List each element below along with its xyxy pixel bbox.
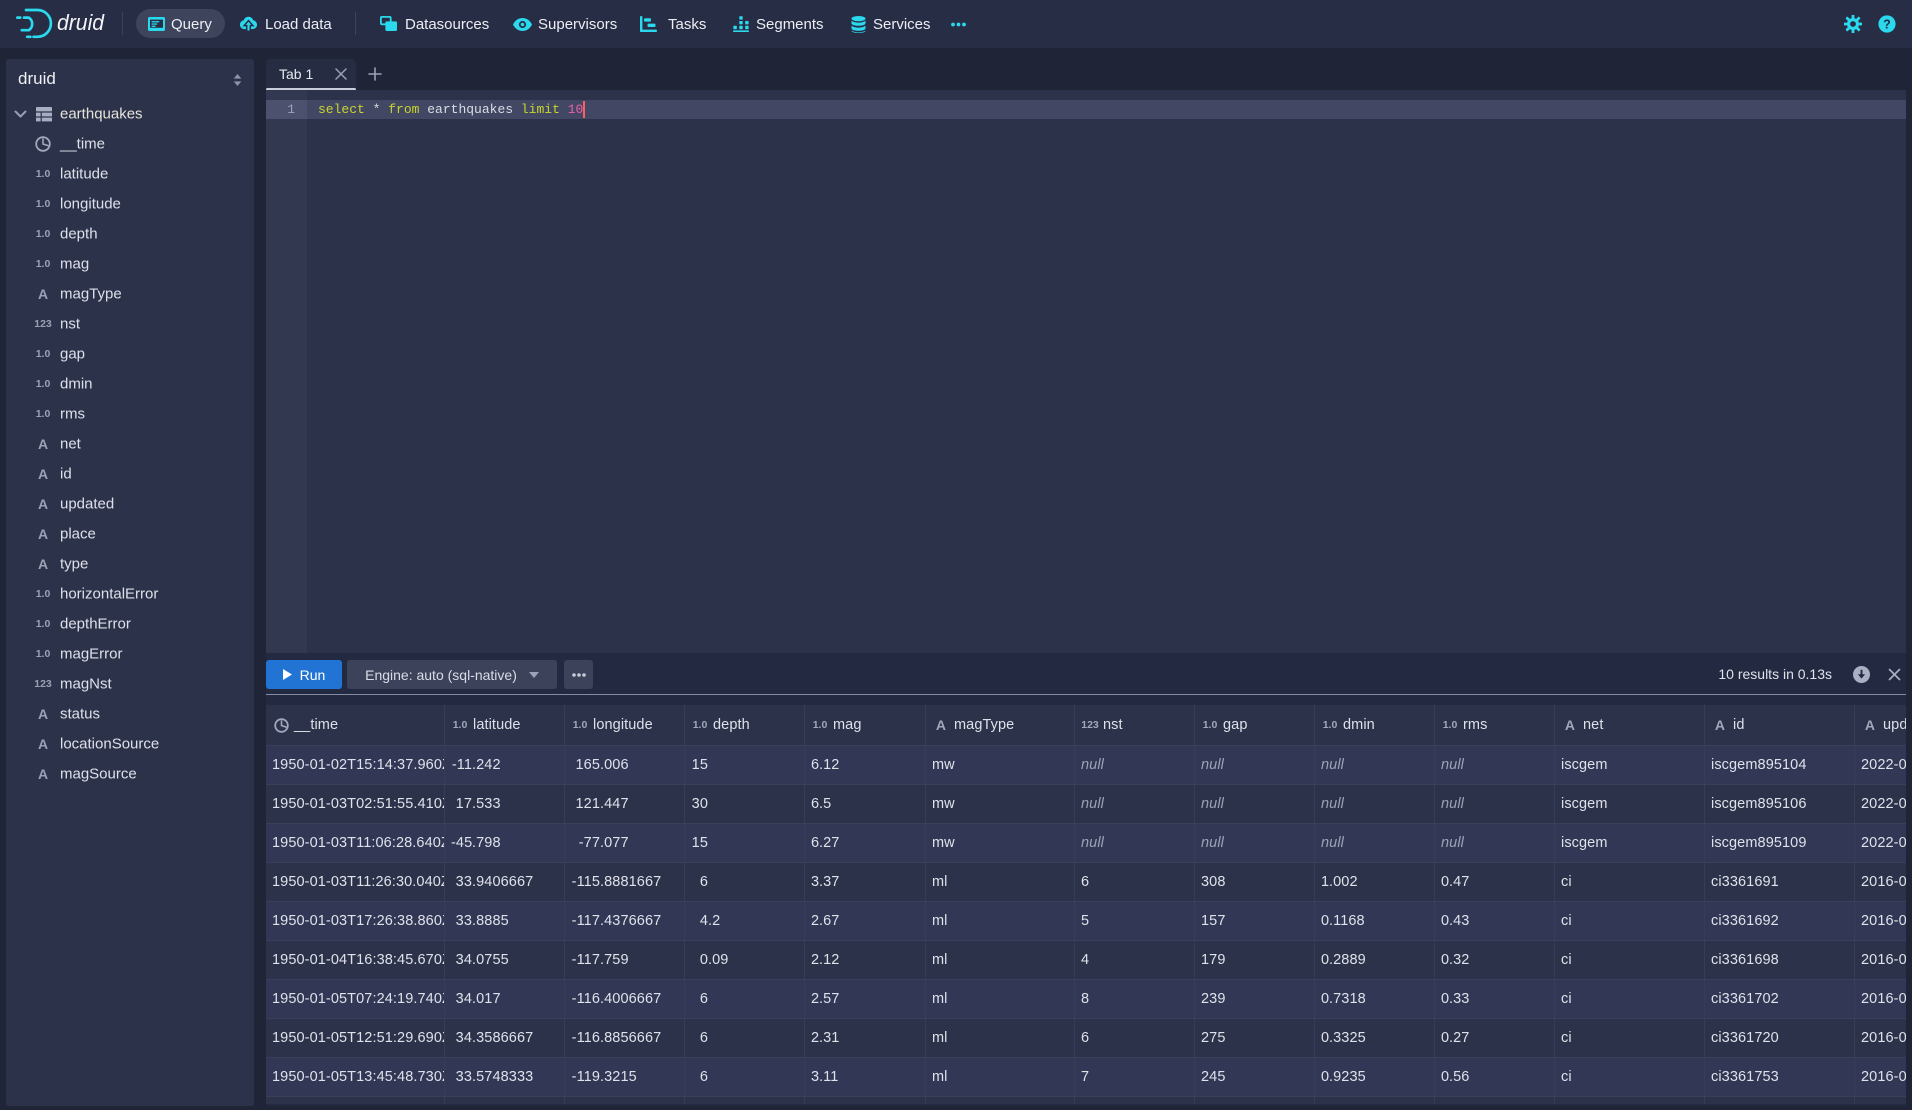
svg-text:?: ?	[1883, 17, 1891, 31]
